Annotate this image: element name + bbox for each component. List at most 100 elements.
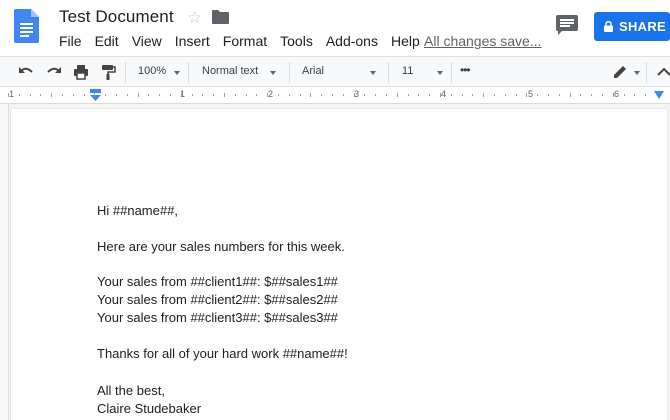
- ruler-tick: [472, 94, 473, 96]
- vertical-ruler[interactable]: [0, 104, 9, 420]
- ruler-tick: [159, 94, 160, 96]
- ruler-tick: [246, 94, 247, 96]
- document-title[interactable]: Test Document: [59, 7, 174, 27]
- ruler-tick: [537, 94, 538, 96]
- ruler-tick: [418, 94, 419, 96]
- paragraph-style-select[interactable]: Normal text: [202, 65, 258, 77]
- ruler-tick: [494, 94, 495, 96]
- more-options-button[interactable]: •••: [460, 63, 471, 77]
- share-label: SHARE: [619, 19, 667, 34]
- ruler-tick: [51, 93, 52, 97]
- chevron-up-icon[interactable]: [655, 63, 670, 81]
- style-caret-icon[interactable]: [270, 71, 276, 75]
- editing-mode-caret-icon[interactable]: [634, 71, 640, 75]
- doc-line[interactable]: Hi ##name##,: [97, 203, 178, 218]
- toolbar-divider: [451, 62, 452, 83]
- ruler-tick: [267, 93, 268, 97]
- doc-line[interactable]: Here are your sales numbers for this wee…: [97, 239, 345, 254]
- toolbar-divider: [289, 62, 290, 83]
- doc-line[interactable]: Thanks for all of your hard work ##name#…: [97, 346, 348, 361]
- font-caret-icon[interactable]: [370, 71, 376, 75]
- star-icon[interactable]: ☆: [187, 8, 202, 28]
- app-header: Test Document ☆ File Edit View Insert Fo…: [0, 0, 670, 56]
- ruler-tick: [386, 94, 387, 96]
- ruler-tick: [343, 94, 344, 96]
- paint-format-icon[interactable]: [99, 63, 117, 81]
- ruler-number: 2: [268, 89, 274, 99]
- right-indent-marker-icon[interactable]: [654, 91, 664, 100]
- font-size-select[interactable]: 11: [402, 65, 413, 77]
- menu-addons[interactable]: Add-ons: [326, 33, 378, 51]
- doc-line[interactable]: All the best,: [97, 383, 165, 398]
- ruler-tick: [202, 94, 203, 96]
- pencil-icon[interactable]: [611, 63, 629, 81]
- menu-file[interactable]: File: [59, 33, 82, 51]
- ruler-tick: [580, 94, 581, 96]
- ruler-tick: [570, 93, 571, 97]
- toolbar-divider: [646, 62, 647, 83]
- undo-icon[interactable]: [17, 63, 35, 81]
- menu-insert[interactable]: Insert: [175, 33, 210, 51]
- ruler-tick: [613, 93, 614, 97]
- ruler-tick: [116, 94, 117, 96]
- ruler-tick: [516, 94, 517, 96]
- ruler-tick: [624, 94, 625, 96]
- ruler-number: 6: [614, 89, 620, 99]
- horizontal-ruler[interactable]: 1 1 2 3 4 5 6: [0, 87, 670, 104]
- doc-line[interactable]: Claire Studebaker: [97, 401, 201, 416]
- zoom-select[interactable]: 100%: [138, 65, 166, 77]
- menu-format[interactable]: Format: [223, 33, 267, 51]
- ruler-tick: [8, 93, 9, 97]
- toolbar-divider: [388, 62, 389, 83]
- menu-help[interactable]: Help: [391, 33, 420, 51]
- ruler-tick: [602, 94, 603, 96]
- share-button[interactable]: SHARE: [594, 12, 670, 41]
- ruler-tick: [451, 94, 452, 96]
- ruler-number: 1: [9, 89, 15, 99]
- redo-icon[interactable]: [45, 63, 63, 81]
- ruler-tick: [138, 93, 139, 97]
- ruler-tick: [256, 94, 257, 96]
- zoom-caret-icon[interactable]: [174, 71, 180, 75]
- document-canvas: Hi ##name##, Here are your sales numbers…: [0, 104, 670, 420]
- ruler-number: 4: [441, 89, 447, 99]
- ruler-tick: [440, 93, 441, 97]
- ruler-tick: [645, 94, 646, 96]
- ruler-tick: [224, 93, 225, 97]
- menu-view[interactable]: View: [132, 33, 162, 51]
- ruler-tick: [62, 94, 63, 96]
- document-page[interactable]: Hi ##name##, Here are your sales numbers…: [11, 109, 667, 420]
- font-select[interactable]: Arial: [302, 65, 324, 77]
- ruler-number: 5: [528, 89, 534, 99]
- ruler-tick: [40, 94, 41, 96]
- ruler-tick: [526, 93, 527, 97]
- ruler-tick: [235, 94, 236, 96]
- ruler-tick: [105, 94, 106, 96]
- menu-tools[interactable]: Tools: [280, 33, 313, 51]
- ruler-tick: [73, 94, 74, 96]
- ruler-tick: [321, 94, 322, 96]
- ruler-tick: [332, 94, 333, 96]
- folder-icon[interactable]: [212, 10, 229, 24]
- save-status-link[interactable]: All changes save...: [424, 33, 542, 49]
- ruler-tick: [548, 94, 549, 96]
- ruler-tick: [127, 94, 128, 96]
- docs-logo-icon[interactable]: [14, 9, 39, 43]
- menu-edit[interactable]: Edit: [95, 33, 119, 51]
- toolbar-divider: [188, 62, 189, 83]
- ruler-tick: [634, 94, 635, 96]
- ruler-tick: [30, 94, 31, 96]
- comment-icon[interactable]: [556, 15, 578, 36]
- ruler-tick: [505, 94, 506, 96]
- doc-line[interactable]: Your sales from ##client2##: $##sales2##: [97, 292, 338, 307]
- size-caret-icon[interactable]: [437, 71, 443, 75]
- ruler-tick: [289, 94, 290, 96]
- ruler-tick: [192, 94, 193, 96]
- doc-line[interactable]: Your sales from ##client1##: $##sales1##: [97, 274, 338, 289]
- ruler-tick: [94, 93, 95, 97]
- ruler-tick: [84, 94, 85, 96]
- print-icon[interactable]: [72, 63, 90, 81]
- doc-line[interactable]: Your sales from ##client3##: $##sales3##: [97, 310, 338, 325]
- indent-marker-icon[interactable]: [90, 89, 101, 102]
- ruler-tick: [559, 94, 560, 96]
